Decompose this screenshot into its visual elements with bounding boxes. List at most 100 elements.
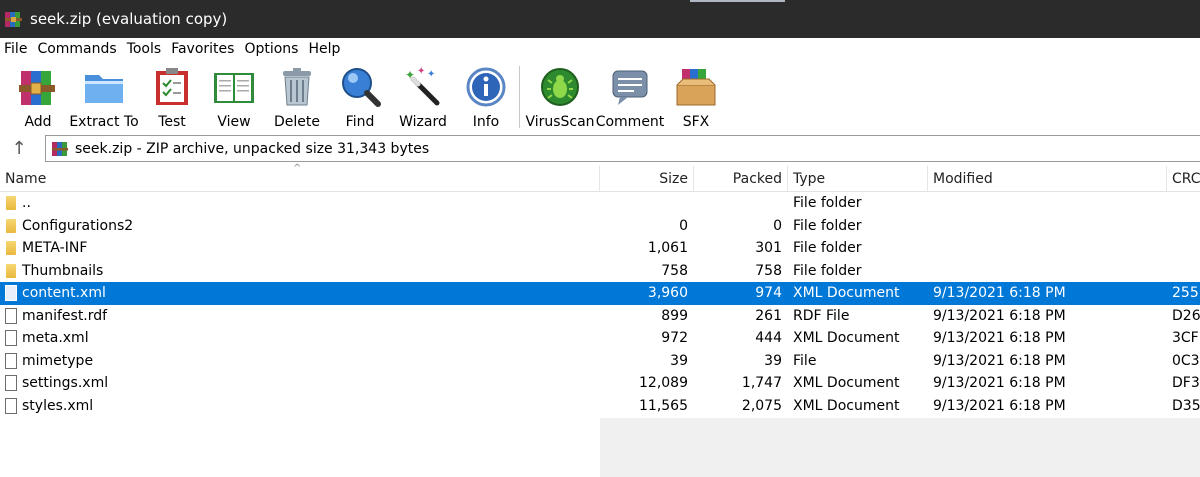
item-name: settings.xml <box>22 375 109 391</box>
folder-extract-icon <box>82 65 126 109</box>
up-arrow-icon[interactable]: ↑ <box>8 138 30 160</box>
folder-icon <box>6 196 16 210</box>
menu-tools[interactable]: Tools <box>123 41 168 57</box>
list-item[interactable]: styles.xml 11,565 2,075 XML Document 9/1… <box>0 395 1200 418</box>
list-empty-area <box>600 418 1200 477</box>
item-size: 758 <box>661 262 688 279</box>
file-icon <box>5 397 17 414</box>
comment-button[interactable]: Comment <box>595 65 665 130</box>
item-name: manifest.rdf <box>22 307 108 324</box>
item-modified: 9/13/2021 6:18 PM <box>933 307 1066 324</box>
item-name: meta.xml <box>22 330 89 346</box>
column-crc[interactable]: CRC3 <box>1172 166 1200 192</box>
info-label: Info <box>472 114 500 130</box>
info-icon <box>464 65 508 109</box>
list-item[interactable]: Configurations2 0 0 File folder <box>0 215 1200 238</box>
item-crc: 255E <box>1172 285 1200 301</box>
virusscan-button[interactable]: VirusScan <box>525 65 595 130</box>
column-packed[interactable]: Packed <box>694 166 782 192</box>
sfx-box-icon <box>674 65 718 109</box>
extract-to-button[interactable]: Extract To <box>69 65 139 130</box>
item-type: File folder <box>793 262 862 279</box>
item-packed: 261 <box>755 307 782 324</box>
item-name: mimetype <box>22 352 94 369</box>
list-item[interactable]: manifest.rdf 899 261 RDF File 9/13/2021 … <box>0 305 1200 328</box>
item-modified <box>933 237 1163 260</box>
open-book-icon <box>212 65 256 109</box>
item-packed <box>690 192 782 215</box>
column-name[interactable]: Name <box>5 166 46 192</box>
menu-file[interactable]: File <box>0 41 33 57</box>
item-type: XML Document <box>793 330 900 346</box>
list-item[interactable]: .. File folder <box>0 192 1200 215</box>
item-size <box>600 192 688 215</box>
item-packed: 444 <box>755 330 782 346</box>
item-packed: 301 <box>755 240 782 256</box>
trash-can-icon <box>275 65 319 109</box>
wizard-label: Wizard <box>399 114 447 130</box>
svg-text:✦: ✦ <box>417 66 425 77</box>
menu-options[interactable]: Options <box>240 41 304 57</box>
magnifier-icon <box>338 65 382 109</box>
wizard-button[interactable]: ✦ ✦ ✦ Wizard <box>397 65 449 130</box>
winrar-app-icon[interactable] <box>4 9 24 29</box>
item-size: 1,061 <box>647 240 688 256</box>
list-item[interactable]: meta.xml 972 444 XML Document 9/13/2021 … <box>0 327 1200 350</box>
magic-wand-icon: ✦ ✦ ✦ <box>401 65 445 109</box>
file-icon <box>5 285 17 301</box>
archive-books-icon <box>16 65 60 109</box>
list-item[interactable]: mimetype 39 39 File 9/13/2021 6:18 PM 0C… <box>0 350 1200 373</box>
add-button[interactable]: Add <box>15 65 61 130</box>
address-field[interactable]: seek.zip - ZIP archive, unpacked size 31… <box>45 135 1200 162</box>
delete-button[interactable]: Delete <box>274 65 320 130</box>
column-size[interactable]: Size <box>600 166 688 192</box>
find-button[interactable]: Find <box>337 65 383 130</box>
item-modified: 9/13/2021 6:18 PM <box>933 397 1066 414</box>
test-button[interactable]: Test <box>149 65 195 130</box>
column-type[interactable]: Type <box>793 166 825 192</box>
item-name: Configurations2 <box>22 217 134 234</box>
menu-favorites[interactable]: Favorites <box>167 41 240 57</box>
file-list-header: ^ Name Size Packed Type Modified CRC3 <box>0 163 1200 192</box>
column-divider[interactable] <box>927 166 928 192</box>
folder-icon <box>6 218 16 233</box>
item-modified <box>933 192 1163 215</box>
folder-icon <box>6 241 16 255</box>
item-crc: 3CF1 <box>1172 330 1200 346</box>
menu-bar: File Commands Tools Favorites Options He… <box>0 38 1200 60</box>
item-crc: 0C32 <box>1172 352 1200 369</box>
item-name: META-INF <box>22 240 88 256</box>
column-modified[interactable]: Modified <box>933 166 993 192</box>
list-item[interactable]: Thumbnails 758 758 File folder <box>0 260 1200 283</box>
item-type: File <box>793 352 817 369</box>
list-item[interactable]: content.xml 3,960 974 XML Document 9/13/… <box>0 282 1200 305</box>
item-packed: 0 <box>773 217 782 234</box>
list-item[interactable]: settings.xml 12,089 1,747 XML Document 9… <box>0 372 1200 395</box>
comment-label: Comment <box>595 114 665 130</box>
item-name: styles.xml <box>22 397 94 414</box>
svg-text:✦: ✦ <box>427 69 435 80</box>
item-size: 12,089 <box>639 375 688 391</box>
virus-scan-bug-icon <box>538 65 582 109</box>
file-list: .. File folder Configurations2 0 0 File … <box>0 192 1200 417</box>
item-crc <box>1172 237 1200 260</box>
item-crc <box>1172 215 1200 238</box>
item-modified: 9/13/2021 6:18 PM <box>933 285 1066 301</box>
svg-text:✦: ✦ <box>405 68 415 82</box>
menu-commands[interactable]: Commands <box>33 41 122 57</box>
sfx-button[interactable]: SFX <box>672 65 720 130</box>
item-size: 11,565 <box>639 397 688 414</box>
column-divider[interactable] <box>787 166 788 192</box>
info-button[interactable]: Info <box>463 65 509 130</box>
list-item[interactable]: META-INF 1,061 301 File folder <box>0 237 1200 260</box>
column-divider[interactable] <box>1166 166 1167 192</box>
item-modified: 9/13/2021 6:18 PM <box>933 330 1066 346</box>
item-size: 3,960 <box>647 285 688 301</box>
item-crc: D35E <box>1172 397 1200 414</box>
delete-label: Delete <box>274 114 320 130</box>
menu-help[interactable]: Help <box>304 41 346 57</box>
view-button[interactable]: View <box>210 65 258 130</box>
item-type: File folder <box>793 195 862 211</box>
item-size: 39 <box>670 352 688 369</box>
address-bar: ↑ seek.zip - ZIP archive, unpacked size … <box>0 134 1200 164</box>
